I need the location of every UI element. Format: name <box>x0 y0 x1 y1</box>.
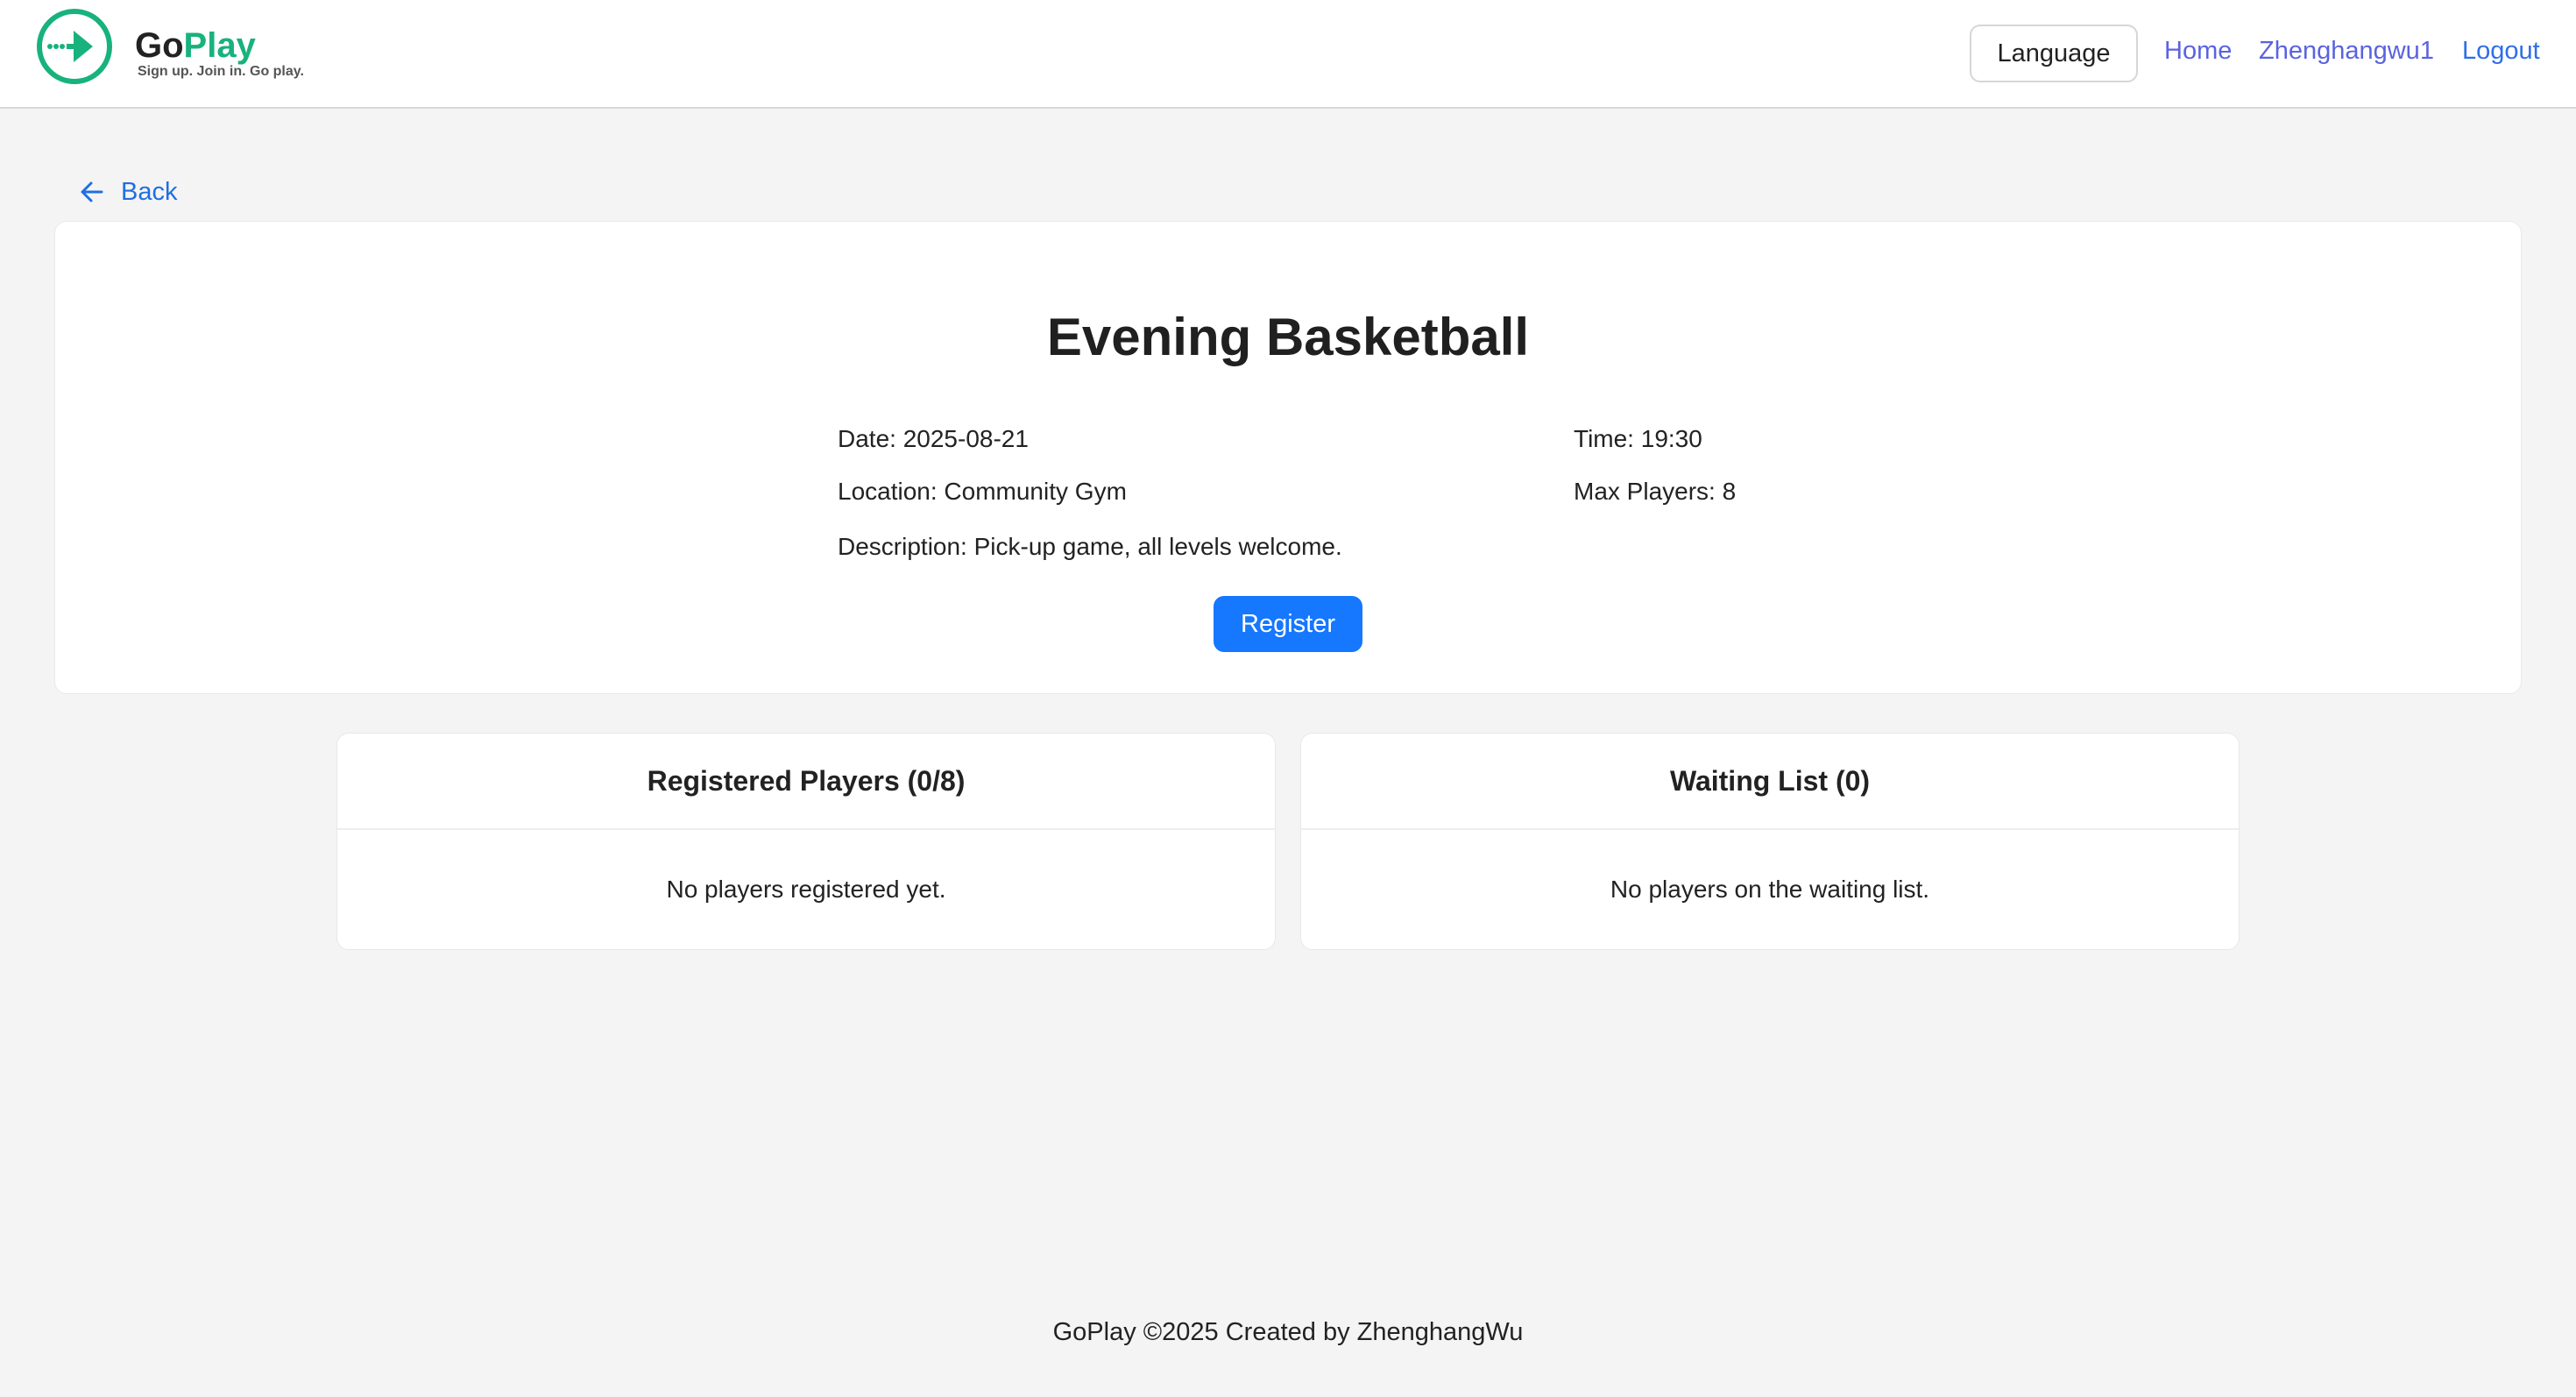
event-max-players: Max Players: 8 <box>1574 478 1737 505</box>
event-time: Time: 19:30 <box>1574 425 1702 452</box>
event-date: Date: 2025-08-21 <box>838 425 1029 452</box>
registered-players-empty: No players registered yet. <box>666 876 946 903</box>
event-location: Location: Community Gym <box>838 478 1127 505</box>
arrow-left-icon <box>81 181 103 202</box>
nav-logout-link[interactable]: Logout <box>2462 37 2540 66</box>
waiting-list-empty: No players on the waiting list. <box>1610 876 1930 903</box>
registered-players-card: Registered Players (0/8) No players regi… <box>336 733 1276 950</box>
brand-play: Play <box>183 26 256 65</box>
goplay-logo-icon[interactable] <box>35 7 114 86</box>
waiting-list-title: Waiting List (0) <box>1301 734 2239 830</box>
brand-tagline: Sign up. Join in. Go play. <box>138 64 304 79</box>
register-button[interactable]: Register <box>1214 596 1362 652</box>
brand-go: Go <box>135 26 184 65</box>
language-button[interactable]: Language <box>1970 25 2138 82</box>
nav-user-link[interactable]: Zhenghangwu1 <box>2259 37 2434 66</box>
event-description: Description: Pick-up game, all levels we… <box>838 533 1342 560</box>
waiting-list-card: Waiting List (0) No players on the waiti… <box>1300 733 2240 950</box>
brand-name[interactable]: GoPlay <box>135 25 256 67</box>
page-footer: GoPlay ©2025 Created by ZhenghangWu <box>1052 1318 1524 1346</box>
registered-players-title: Registered Players (0/8) <box>337 734 1275 830</box>
event-title: Evening Basketball <box>1046 308 1530 366</box>
nav-home-link[interactable]: Home <box>2164 37 2232 66</box>
back-label: Back <box>121 177 178 206</box>
top-header: GoPlay Sign up. Join in. Go play. Langua… <box>0 0 2576 109</box>
back-link[interactable]: Back <box>79 174 177 210</box>
